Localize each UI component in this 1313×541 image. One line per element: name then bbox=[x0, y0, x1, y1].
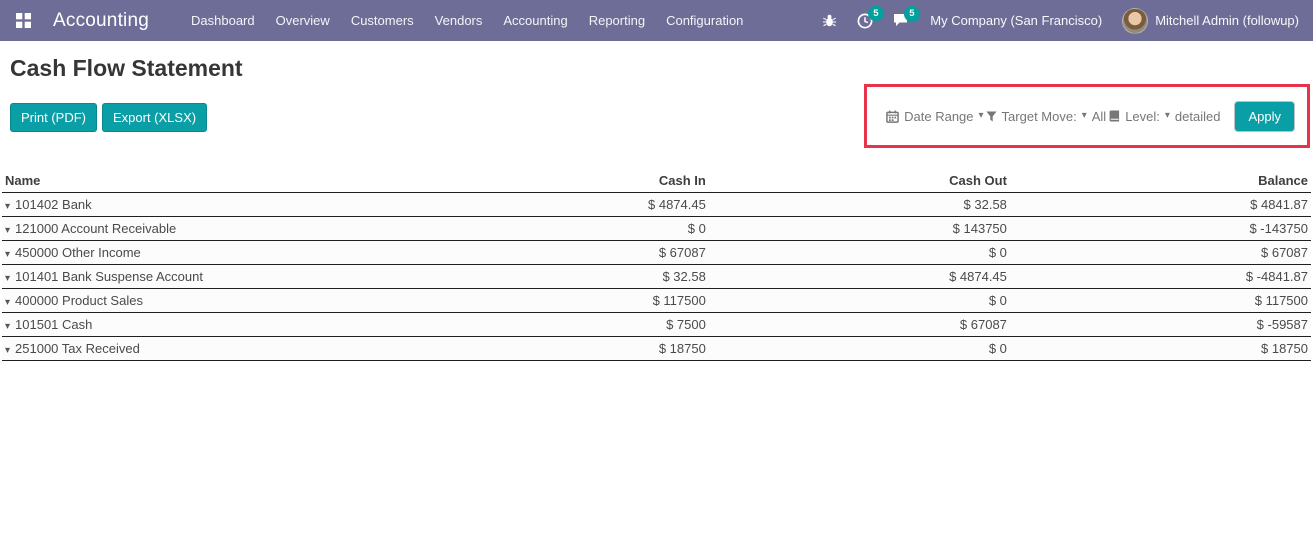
user-name: Mitchell Admin (followup) bbox=[1155, 13, 1299, 28]
cash-in-value: $ 4874.45 bbox=[407, 192, 709, 217]
row-expand-caret-icon[interactable]: ▾ bbox=[5, 225, 10, 236]
target-move-value: All bbox=[1091, 108, 1107, 124]
row-expand-caret-icon[interactable]: ▾ bbox=[5, 345, 10, 356]
level-value: detailed bbox=[1174, 108, 1221, 124]
cash-flow-table: Name Cash In Cash Out Balance ▾ 101402 Ba… bbox=[2, 171, 1311, 361]
column-header-cash-in: Cash In bbox=[407, 171, 709, 193]
table-header-row: Name Cash In Cash Out Balance bbox=[2, 171, 1311, 193]
cash-in-value: $ 0 bbox=[407, 216, 709, 241]
nav-menu-item-overview[interactable]: Overview bbox=[276, 13, 330, 28]
column-header-balance: Balance bbox=[1009, 171, 1311, 193]
cash-out-value: $ 67087 bbox=[708, 312, 1010, 337]
main-menu: Dashboard Overview Customers Vendors Account… bbox=[191, 13, 743, 28]
row-expand-caret-icon[interactable]: ▾ bbox=[5, 297, 10, 308]
balance-value: $ 18750 bbox=[1009, 336, 1311, 361]
cash-in-value: $ 32.58 bbox=[407, 264, 709, 289]
filter-funnel-icon bbox=[986, 110, 997, 122]
print-pdf-button[interactable]: Print (PDF) bbox=[10, 103, 97, 132]
nav-menu-item-customers[interactable]: Customers bbox=[351, 13, 414, 28]
account-name: 101401 Bank Suspense Account bbox=[15, 269, 203, 284]
table-row: ▾ 251000 Tax Received $ 18750 $ 0 $ 18750 bbox=[2, 336, 1311, 361]
company-switcher[interactable]: My Company (San Francisco) bbox=[930, 13, 1102, 28]
balance-value: $ -59587 bbox=[1009, 312, 1311, 337]
caret-down-icon: ▾ bbox=[1164, 110, 1170, 121]
apps-menu-icon[interactable] bbox=[10, 9, 37, 32]
page-title: Cash Flow Statement bbox=[10, 55, 243, 81]
row-expand-caret-icon[interactable]: ▾ bbox=[5, 273, 10, 284]
target-move-filter[interactable]: Target Move: ▾ All bbox=[986, 108, 1107, 124]
nav-menu-item-configuration[interactable]: Configuration bbox=[666, 13, 743, 28]
cash-out-value: $ 0 bbox=[708, 240, 1010, 265]
caret-down-icon: ▾ bbox=[1081, 110, 1087, 121]
activities-menu[interactable]: 5 bbox=[857, 5, 884, 29]
account-name: 450000 Other Income bbox=[15, 245, 141, 260]
cash-out-value: $ 32.58 bbox=[708, 192, 1010, 217]
grid-icon bbox=[16, 13, 31, 28]
cash-out-value: $ 143750 bbox=[708, 216, 1010, 241]
cash-out-value: $ 0 bbox=[708, 336, 1010, 361]
table-row: ▾ 101501 Cash $ 7500 $ 67087 $ -59587 bbox=[2, 312, 1311, 337]
date-range-label: Date Range bbox=[904, 108, 974, 124]
balance-value: $ 117500 bbox=[1009, 288, 1311, 313]
cash-out-value: $ 0 bbox=[708, 288, 1010, 313]
date-range-filter[interactable]: Date Range ▾ bbox=[886, 108, 984, 124]
nav-menu-item-accounting[interactable]: Accounting bbox=[503, 13, 567, 28]
apply-button[interactable]: Apply bbox=[1234, 100, 1295, 132]
nav-menu-item-vendors[interactable]: Vendors bbox=[435, 13, 483, 28]
avatar bbox=[1122, 7, 1149, 34]
cash-in-value: $ 67087 bbox=[407, 240, 709, 265]
column-header-name: Name bbox=[2, 171, 408, 193]
export-xlsx-button[interactable]: Export (XLSX) bbox=[102, 103, 208, 132]
activities-badge: 5 bbox=[868, 5, 884, 21]
app-brand[interactable]: Accounting bbox=[53, 10, 149, 32]
table-row: ▾ 400000 Product Sales $ 117500 $ 0 $ 117500 bbox=[2, 288, 1311, 313]
account-name: 121000 Account Receivable bbox=[15, 221, 177, 236]
balance-value: $ 4841.87 bbox=[1009, 192, 1311, 217]
user-menu[interactable]: Mitchell Admin (followup) bbox=[1122, 7, 1299, 34]
cash-out-value: $ 4874.45 bbox=[708, 264, 1010, 289]
navbar-systray: 5 5 My Company (San Francisco) Mitchell … bbox=[822, 5, 1299, 34]
nav-menu-item-reporting[interactable]: Reporting bbox=[589, 13, 645, 28]
target-move-label: Target Move: bbox=[1001, 108, 1077, 124]
cash-in-value: $ 18750 bbox=[407, 336, 709, 361]
table-row: ▾ 450000 Other Income $ 67087 $ 0 $ 67087 bbox=[2, 240, 1311, 265]
account-name: 101402 Bank bbox=[15, 197, 92, 212]
table-body: ▾ 101402 Bank $ 4874.45 $ 32.58 $ 4841.87 ▾ 12… bbox=[2, 192, 1311, 361]
top-navbar: Accounting Dashboard Overview Customers Ven… bbox=[0, 0, 1313, 41]
account-name: 101501 Cash bbox=[15, 317, 93, 332]
balance-value: $ -143750 bbox=[1009, 216, 1311, 241]
calendar-icon bbox=[886, 110, 899, 123]
row-expand-caret-icon[interactable]: ▾ bbox=[5, 321, 10, 332]
messages-badge: 5 bbox=[904, 6, 920, 22]
balance-value: $ -4841.87 bbox=[1009, 264, 1311, 289]
cash-in-value: $ 7500 bbox=[407, 312, 709, 337]
filter-panel-highlight: Date Range ▾ Target Move: ▾ All Level: ▾… bbox=[864, 84, 1310, 148]
column-header-cash-out: Cash Out bbox=[708, 171, 1010, 193]
level-filter[interactable]: Level: ▾ detailed bbox=[1108, 109, 1220, 124]
table-row: ▾ 101401 Bank Suspense Account $ 32.58 $ 48… bbox=[2, 264, 1311, 289]
table-row: ▾ 121000 Account Receivable $ 0 $ 143750 $ -… bbox=[2, 216, 1311, 241]
row-expand-caret-icon[interactable]: ▾ bbox=[5, 201, 10, 212]
caret-down-icon: ▾ bbox=[978, 110, 984, 121]
nav-menu-item-dashboard[interactable]: Dashboard bbox=[191, 13, 255, 28]
account-name: 251000 Tax Received bbox=[15, 341, 140, 356]
debug-bug-icon[interactable] bbox=[822, 13, 837, 28]
messages-menu[interactable]: 5 bbox=[893, 6, 920, 28]
table-row: ▾ 101402 Bank $ 4874.45 $ 32.58 $ 4841.87 bbox=[2, 192, 1311, 217]
book-icon bbox=[1109, 110, 1120, 122]
balance-value: $ 67087 bbox=[1009, 240, 1311, 265]
cash-in-value: $ 117500 bbox=[407, 288, 709, 313]
account-name: 400000 Product Sales bbox=[15, 293, 143, 308]
level-label: Level: bbox=[1125, 108, 1160, 124]
row-expand-caret-icon[interactable]: ▾ bbox=[5, 249, 10, 260]
